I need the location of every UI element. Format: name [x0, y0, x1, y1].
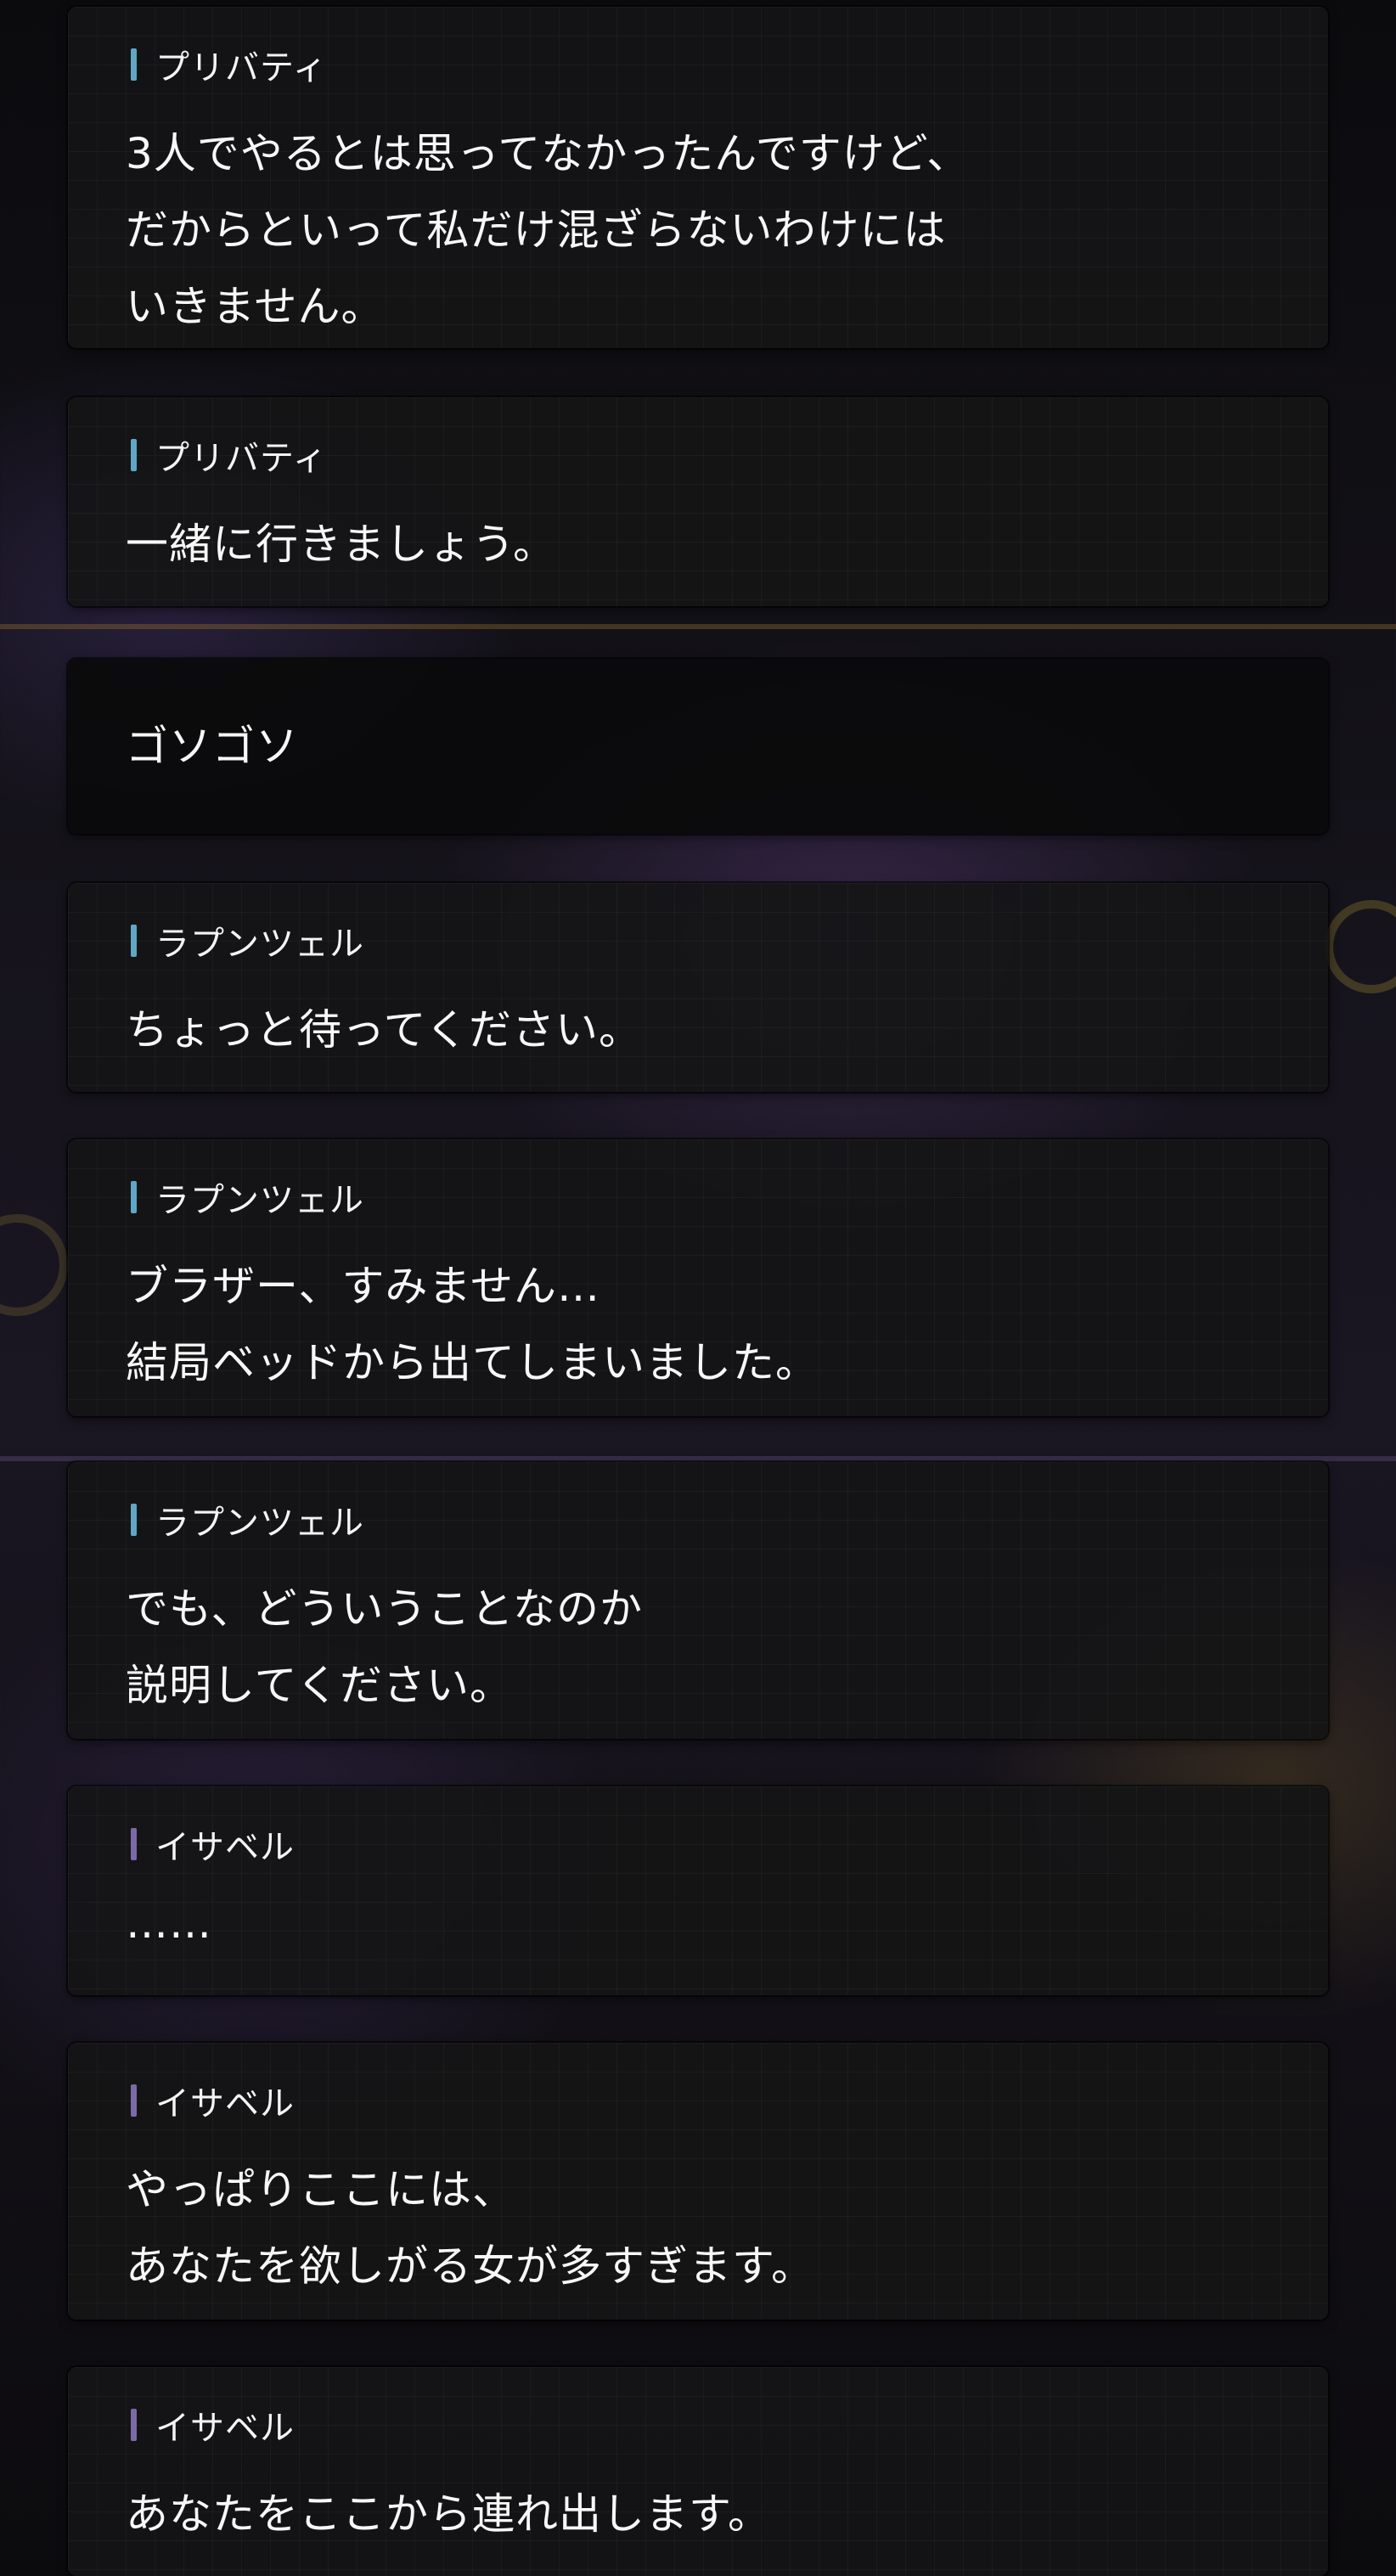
- speaker-name: ラプンツェル: [155, 925, 364, 964]
- message-text: ちょっと待ってください。: [126, 1005, 642, 1055]
- speaker-label: ラプンツェル: [131, 1180, 364, 1220]
- dialogue-message: プリバティ 一緒に行きましょう。: [68, 397, 1328, 606]
- dialogue-message: ラプンツェル ちょっと待ってください。: [68, 883, 1328, 1092]
- speaker-label: ラプンツェル: [131, 924, 364, 964]
- speaker-name: ラプンツェル: [155, 1504, 364, 1543]
- speaker-name: イサベル: [155, 1828, 295, 1867]
- message-text: ……: [126, 1898, 212, 1948]
- speaker-name: イサベル: [155, 2084, 295, 2123]
- speaker-bar-icon: [131, 439, 137, 471]
- speaker-label: プリバティ: [131, 438, 328, 478]
- message-text: あなたをここから連れ出します。: [126, 2489, 771, 2539]
- speaker-bar-icon: [131, 1828, 137, 1860]
- background-ring-ornament: [1325, 900, 1396, 993]
- speaker-bar-icon: [131, 2409, 137, 2441]
- speaker-bar-icon: [131, 48, 137, 81]
- dialogue-message: イサベル やっぱりここには、 あなたを欲しがる女が多すぎます。: [68, 2043, 1328, 2320]
- speaker-name: プリバティ: [155, 439, 328, 478]
- message-text: 3人でやるとは思ってなかったんですけど、 だからといって私だけ混ざらないわけには…: [126, 129, 971, 331]
- narration-text: ゴソゴソ: [126, 722, 299, 771]
- message-text: でも、どういうことなのか 説明してください。: [126, 1584, 643, 1710]
- speaker-name: イサベル: [155, 2409, 295, 2448]
- speaker-label: ラプンツェル: [131, 1503, 364, 1543]
- background-band: [0, 624, 1396, 629]
- speaker-name: ラプンツェル: [155, 1181, 364, 1220]
- speaker-label: イサベル: [131, 2408, 295, 2448]
- dialogue-message: イサベル あなたをここから連れ出します。: [68, 2367, 1328, 2576]
- speaker-name: プリバティ: [155, 48, 328, 87]
- dialogue-message: ラプンツェル ブラザー、すみません… 結局ベッドから出てしまいました。: [68, 1139, 1328, 1416]
- dialogue-message: イサベル ……: [68, 1786, 1328, 1995]
- background-band: [0, 1456, 1396, 1461]
- dialogue-message: プリバティ 3人でやるとは思ってなかったんですけど、 だからといって私だけ混ざら…: [68, 7, 1328, 348]
- speaker-bar-icon: [131, 2084, 137, 2117]
- speaker-label: イサベル: [131, 1827, 295, 1867]
- dialogue-message: ラプンツェル でも、どういうことなのか 説明してください。: [68, 1462, 1328, 1739]
- speaker-bar-icon: [131, 1504, 137, 1536]
- message-text: ブラザー、すみません… 結局ベッドから出てしまいました。: [126, 1262, 819, 1387]
- speaker-bar-icon: [131, 1181, 137, 1213]
- speaker-label: イサベル: [131, 2084, 295, 2123]
- speaker-label: プリバティ: [131, 48, 328, 87]
- message-text: やっぱりここには、 あなたを欲しがる女が多すぎます。: [126, 2165, 814, 2291]
- background-ring-ornament: [0, 1214, 68, 1316]
- message-text: 一緒に行きましょう。: [126, 520, 556, 569]
- speaker-bar-icon: [131, 925, 137, 957]
- narration-message: ゴソゴソ: [68, 659, 1328, 834]
